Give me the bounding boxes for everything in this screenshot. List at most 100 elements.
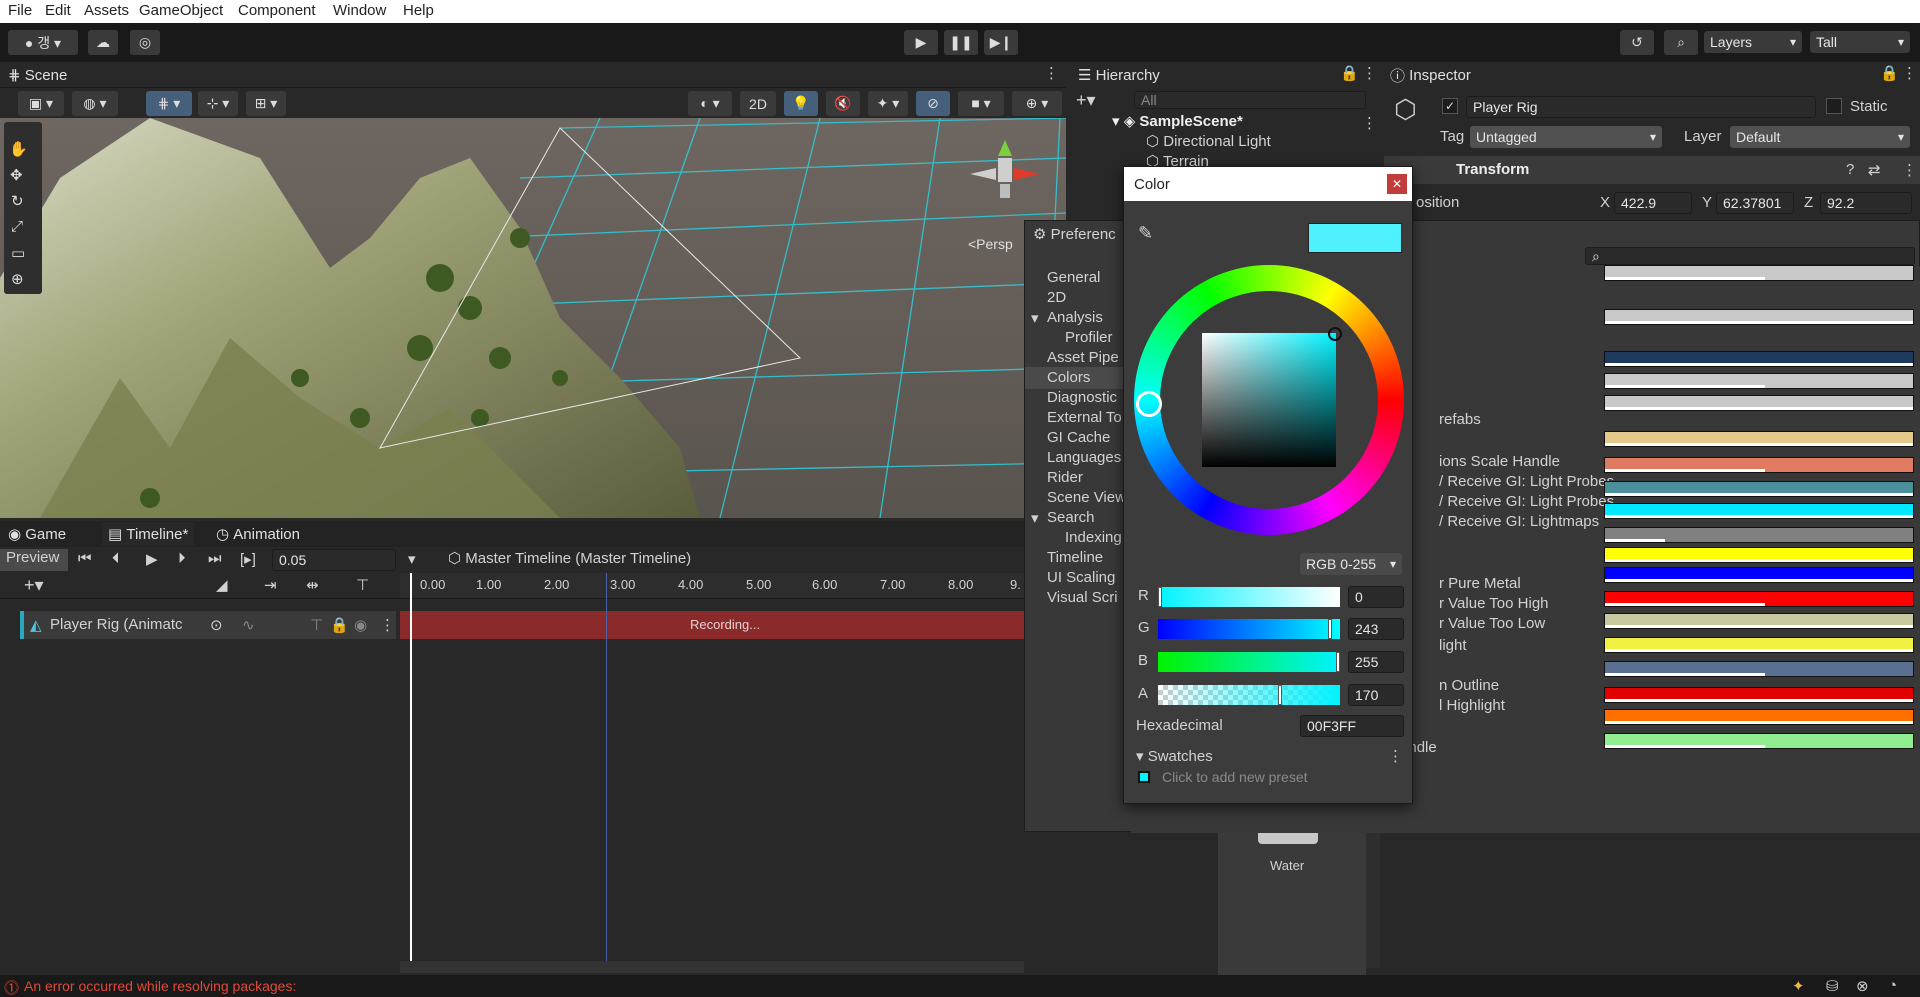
lock-icon[interactable]: 🔒: [1880, 64, 1899, 82]
more-icon[interactable]: ⋮: [1362, 64, 1377, 82]
hidden-objects-icon[interactable]: ⊘: [916, 91, 950, 116]
menu-component[interactable]: Component: [238, 2, 316, 19]
pause-button[interactable]: ❚❚: [944, 30, 978, 55]
global-dropdown[interactable]: ◍ ▾: [72, 91, 118, 116]
hierarchy-item-directional-light[interactable]: ⬡ Directional Light: [1146, 132, 1271, 150]
cloud-icon[interactable]: ☁: [88, 30, 118, 55]
hierarchy-search-input[interactable]: All: [1134, 91, 1366, 109]
increment-snap-icon[interactable]: ⊹ ▾: [198, 91, 238, 116]
prev-frame-icon[interactable]: ⏴: [112, 550, 120, 567]
slider-handle[interactable]: [1158, 587, 1162, 607]
menu-window[interactable]: Window: [333, 2, 386, 19]
color-swatch[interactable]: [1604, 265, 1914, 281]
r-slider[interactable]: [1158, 587, 1340, 607]
menu-gameobject[interactable]: GameObject: [139, 2, 223, 19]
pref-item-general[interactable]: General: [1047, 269, 1100, 286]
camera-icon[interactable]: ■ ▾: [958, 91, 1004, 116]
color-swatch[interactable]: [1604, 527, 1914, 543]
progress-icon[interactable]: ◔: [1888, 977, 1897, 994]
snap-icon[interactable]: ⇹: [306, 576, 319, 594]
pref-item-external-tools[interactable]: External To: [1047, 409, 1122, 426]
pos-x-field[interactable]: 422.9: [1614, 192, 1692, 214]
eyedropper-icon[interactable]: ✎: [1138, 223, 1153, 244]
swatch-preset[interactable]: [1138, 771, 1150, 783]
color-swatch[interactable]: [1604, 457, 1914, 473]
more-icon[interactable]: ⋮: [380, 616, 395, 634]
sv-cursor[interactable]: [1328, 327, 1342, 341]
timeline-scrollbar[interactable]: [400, 961, 1024, 973]
debug-icon[interactable]: ⊗: [1856, 977, 1869, 995]
g-slider[interactable]: [1158, 619, 1340, 639]
saturation-value-box[interactable]: [1202, 333, 1336, 467]
slider-handle[interactable]: [1336, 652, 1340, 672]
layer-dropdown[interactable]: Default: [1730, 126, 1910, 148]
more-icon[interactable]: ⋮: [1388, 747, 1403, 765]
help-icon[interactable]: ?: [1846, 161, 1854, 178]
tab-inspector[interactable]: ⓘ Inspector: [1390, 63, 1471, 87]
scrollbar[interactable]: [1366, 818, 1380, 968]
scene-view[interactable]: ✋ ✥ ↻ ⤢ ▭ ⊕ <Persp: [0, 118, 1066, 518]
pref-item-languages[interactable]: Languages: [1047, 449, 1121, 466]
play-button[interactable]: ▶: [904, 30, 938, 55]
tab-timeline[interactable]: ▤ Timeline*: [102, 522, 195, 546]
mode-2d-button[interactable]: 2D: [740, 91, 776, 116]
time-ruler[interactable]: 0.00 1.00 2.00 3.00 4.00 5.00 6.00 7.00 …: [400, 573, 1024, 599]
playhead[interactable]: [410, 573, 412, 973]
last-frame-icon[interactable]: ⏭: [208, 550, 222, 567]
lock-icon[interactable]: 🔒: [1340, 64, 1359, 82]
timeline-asset-breadcrumb[interactable]: ⬡ Master Timeline (Master Timeline): [444, 549, 744, 571]
slider-handle[interactable]: [1328, 619, 1332, 639]
error-icon[interactable]: ⓵: [4, 977, 19, 997]
transform-header[interactable]: Transform ? ⇄ ⋮: [1384, 156, 1920, 184]
tab-scene[interactable]: ⋕ Scene: [8, 63, 67, 87]
tab-game[interactable]: ◉ Game: [8, 522, 66, 546]
menu-edit[interactable]: Edit: [45, 2, 71, 19]
pref-item-rider[interactable]: Rider: [1047, 469, 1083, 486]
gizmos-icon[interactable]: ⊕ ▾: [1012, 91, 1062, 116]
tab-hierarchy[interactable]: ☰ Hierarchy: [1078, 63, 1160, 87]
tab-animation[interactable]: ◷ Animation: [216, 522, 300, 546]
tag-dropdown[interactable]: Untagged: [1470, 126, 1662, 148]
recording-clip[interactable]: Recording...: [400, 611, 1024, 639]
shading-icon[interactable]: ◐ ▾: [688, 91, 732, 116]
ripple-icon[interactable]: ◢: [216, 576, 228, 594]
pref-item-scene-view[interactable]: Scene View: [1047, 489, 1126, 506]
g-field[interactable]: 243: [1348, 618, 1404, 640]
eye-icon[interactable]: ◉: [354, 616, 367, 634]
color-swatch[interactable]: [1604, 661, 1914, 677]
swatch-hint[interactable]: Click to add new preset: [1162, 769, 1308, 785]
next-frame-icon[interactable]: ⏵: [178, 550, 186, 567]
cache-icon[interactable]: ⛁: [1826, 977, 1839, 995]
preferences-search-input[interactable]: ⌕: [1585, 247, 1915, 265]
draw-mode-dropdown[interactable]: ▣ ▾: [18, 91, 64, 116]
hex-field[interactable]: 00F3FF: [1300, 715, 1404, 737]
pin-icon[interactable]: ⊤: [310, 616, 323, 634]
color-swatch[interactable]: [1604, 567, 1914, 583]
lock-icon[interactable]: 🔒: [330, 616, 349, 634]
preview-button[interactable]: Preview: [0, 549, 68, 571]
color-swatch[interactable]: [1604, 503, 1914, 519]
layers-dropdown[interactable]: Layers: [1704, 31, 1802, 53]
loop-icon[interactable]: [▸]: [240, 550, 256, 568]
pref-item-analysis[interactable]: ▾ Analysis: [1031, 309, 1103, 327]
r-field[interactable]: 0: [1348, 586, 1404, 608]
menu-assets[interactable]: Assets: [84, 2, 129, 19]
pos-z-field[interactable]: 92.2: [1820, 192, 1912, 214]
b-field[interactable]: 255: [1348, 651, 1404, 673]
active-checkbox[interactable]: ✓: [1442, 98, 1458, 114]
lighting-icon[interactable]: 💡: [784, 91, 818, 116]
chevron-down-icon[interactable]: ▾: [408, 550, 416, 568]
color-swatch[interactable]: [1604, 481, 1914, 497]
static-checkbox[interactable]: [1826, 98, 1842, 114]
object-name-field[interactable]: Player Rig: [1466, 96, 1816, 118]
menu-help[interactable]: Help: [403, 2, 434, 19]
target-icon[interactable]: ⊙: [210, 616, 223, 634]
b-slider[interactable]: [1158, 652, 1340, 672]
transform-tool-icon[interactable]: ⊕: [11, 270, 24, 288]
more-icon[interactable]: ⋮: [1044, 64, 1059, 82]
collab-icon[interactable]: ◎: [130, 30, 160, 55]
pref-item-timeline[interactable]: Timeline: [1047, 549, 1103, 566]
a-field[interactable]: 170: [1348, 684, 1404, 706]
hue-cursor[interactable]: [1136, 391, 1162, 417]
step-button[interactable]: ▶❙: [984, 30, 1018, 55]
